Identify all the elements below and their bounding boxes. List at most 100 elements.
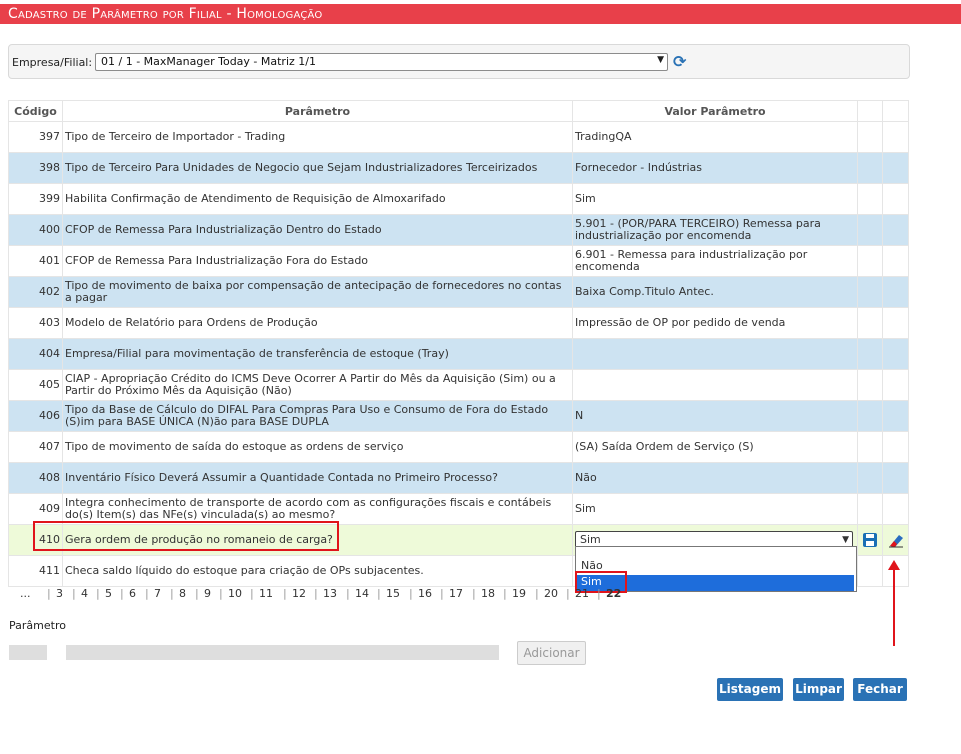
page-link[interactable]: 15: [386, 587, 400, 600]
cell-action-1: [857, 214, 883, 246]
cell-parametro: CIAP - Apropriação Crédito do ICMS Deve …: [62, 369, 573, 401]
cell-parametro: Checa saldo líquido do estoque para cria…: [62, 555, 573, 587]
header-parametro[interactable]: Parâmetro: [62, 100, 573, 122]
table-row[interactable]: 402 Tipo de movimento de baixa por compen…: [8, 276, 909, 308]
cell-action-1: [857, 183, 883, 215]
cell-valor: Não: [572, 462, 858, 494]
cell-parametro: Tipo de movimento de baixa por compensaç…: [62, 276, 573, 308]
page-link[interactable]: 5: [105, 587, 112, 600]
table-row[interactable]: 403 Modelo de Relatório para Ordens de Pr…: [8, 307, 909, 339]
cell-action-1: [857, 245, 883, 277]
cell-action-1: [857, 338, 883, 370]
page-link[interactable]: 18: [481, 587, 495, 600]
cell-codigo: 407: [8, 431, 63, 463]
page-link[interactable]: 14: [355, 587, 369, 600]
page-link[interactable]: 19: [512, 587, 526, 600]
table-row[interactable]: 399 Habilita Confirmação de Atendimento d…: [8, 183, 909, 215]
cell-codigo: 399: [8, 183, 63, 215]
table-row[interactable]: 404 Empresa/Filial para movimentação de t…: [8, 338, 909, 370]
table-row[interactable]: 400 CFOP de Remessa Para Industrialização…: [8, 214, 909, 246]
page-separator: |: [250, 587, 254, 600]
cell-codigo: 409: [8, 493, 63, 525]
add-button[interactable]: Adicionar: [517, 641, 586, 665]
parametro-description-input[interactable]: [66, 645, 499, 660]
page-link[interactable]: 17: [449, 587, 463, 600]
listagem-button[interactable]: Listagem: [717, 678, 783, 701]
table-row[interactable]: 407 Tipo de movimento de saída do estoque…: [8, 431, 909, 463]
table-row[interactable]: 406 Tipo da Base de Cálculo do DIFAL Para…: [8, 400, 909, 432]
cell-valor: Fornecedor - Indústrias: [572, 152, 858, 184]
table-row[interactable]: 408 Inventário Físico Deverá Assumir a Qu…: [8, 462, 909, 494]
header-valor[interactable]: Valor Parâmetro: [572, 100, 858, 122]
save-icon[interactable]: [862, 532, 878, 548]
page-link[interactable]: 6: [129, 587, 136, 600]
page-link[interactable]: 7: [154, 587, 161, 600]
parameters-table: Código Parâmetro Valor Parâmetro 397 Tipo…: [8, 100, 909, 587]
page-link[interactable]: 21: [575, 587, 589, 600]
table-row[interactable]: 398 Tipo de Terceiro Para Unidades de Neg…: [8, 152, 909, 184]
page-separator: |: [314, 587, 318, 600]
header-codigo[interactable]: Código: [8, 100, 63, 122]
page-separator: |: [377, 587, 381, 600]
page-link[interactable]: 13: [323, 587, 337, 600]
page-link[interactable]: 20: [544, 587, 558, 600]
refresh-icon[interactable]: ⟳: [673, 52, 686, 71]
cell-parametro: CFOP de Remessa Para Industrialização De…: [62, 214, 573, 246]
page-separator: |: [535, 587, 539, 600]
table-row[interactable]: 405 CIAP - Apropriação Crédito do ICMS De…: [8, 369, 909, 401]
page-separator: |: [440, 587, 444, 600]
cell-action-1: [857, 462, 883, 494]
page-title: Cadastro de Parâmetro por Filial - Homol…: [8, 6, 323, 22]
page-separator: |: [346, 587, 350, 600]
empresa-filial-value: 01 / 1 - MaxManager Today - Matriz 1/1: [101, 55, 316, 68]
cell-action-1: [857, 152, 883, 184]
chevron-down-icon: ▼: [657, 55, 664, 65]
cell-valor: Baixa Comp.Titulo Antec.: [572, 276, 858, 308]
page-link[interactable]: 8: [179, 587, 186, 600]
table-row[interactable]: 401 CFOP de Remessa Para Industrialização…: [8, 245, 909, 277]
empresa-filial-select[interactable]: 01 / 1 - MaxManager Today - Matriz 1/1 ▼: [95, 53, 668, 71]
cell-valor: [572, 338, 858, 370]
cell-action-2: [882, 400, 909, 432]
cell-parametro: Inventário Físico Deverá Assumir a Quant…: [62, 462, 573, 494]
cell-valor: Sim: [572, 183, 858, 215]
page-separator: |: [195, 587, 199, 600]
cell-codigo: 404: [8, 338, 63, 370]
eraser-icon[interactable]: [887, 532, 905, 548]
header-action-1: [857, 100, 883, 122]
cell-action-2: [882, 338, 909, 370]
limpar-button[interactable]: Limpar: [793, 678, 844, 701]
page-link[interactable]: 22: [606, 587, 621, 600]
page-link[interactable]: 10: [228, 587, 242, 600]
page-link[interactable]: 11: [259, 587, 273, 600]
cell-codigo: 400: [8, 214, 63, 246]
cell-codigo: 406: [8, 400, 63, 432]
parametro-code-input[interactable]: [9, 645, 47, 660]
table-row[interactable]: 397 Tipo de Terceiro de Importador - Trad…: [8, 121, 909, 153]
cell-valor: N: [572, 400, 858, 432]
page-separator: |: [72, 587, 76, 600]
cell-valor: 6.901 - Remessa para industrialização po…: [572, 245, 858, 277]
cell-action-2: [882, 524, 909, 556]
cell-codigo: 411: [8, 555, 63, 587]
highlight-box-row-410: [33, 521, 339, 551]
cell-action-2: [882, 369, 909, 401]
cell-action-2: [882, 245, 909, 277]
cell-action-2: [882, 183, 909, 215]
cell-parametro: CFOP de Remessa Para Industrialização Fo…: [62, 245, 573, 277]
cell-action-1: [857, 400, 883, 432]
page-link[interactable]: 3: [56, 587, 63, 600]
page-link[interactable]: ...: [20, 587, 31, 600]
cell-action-2: [882, 431, 909, 463]
pagination: ... | 3 | 4 | 5 | 6 | 7 | 8 | 9 | 10 | 11 | 12 | 13 | 14 | 15 | 16 | 1…: [8, 585, 908, 603]
table-row[interactable]: 409 Integra conhecimento de transporte de…: [8, 493, 909, 525]
fechar-button[interactable]: Fechar: [853, 678, 907, 701]
page-header: Cadastro de Parâmetro por Filial - Homol…: [0, 4, 961, 24]
page-link[interactable]: 9: [204, 587, 211, 600]
page-link[interactable]: 4: [81, 587, 88, 600]
cell-action-2: [882, 276, 909, 308]
page-link[interactable]: 16: [418, 587, 432, 600]
header-action-2: [882, 100, 909, 122]
page-link[interactable]: 12: [292, 587, 306, 600]
cell-valor: TradingQA: [572, 121, 858, 153]
